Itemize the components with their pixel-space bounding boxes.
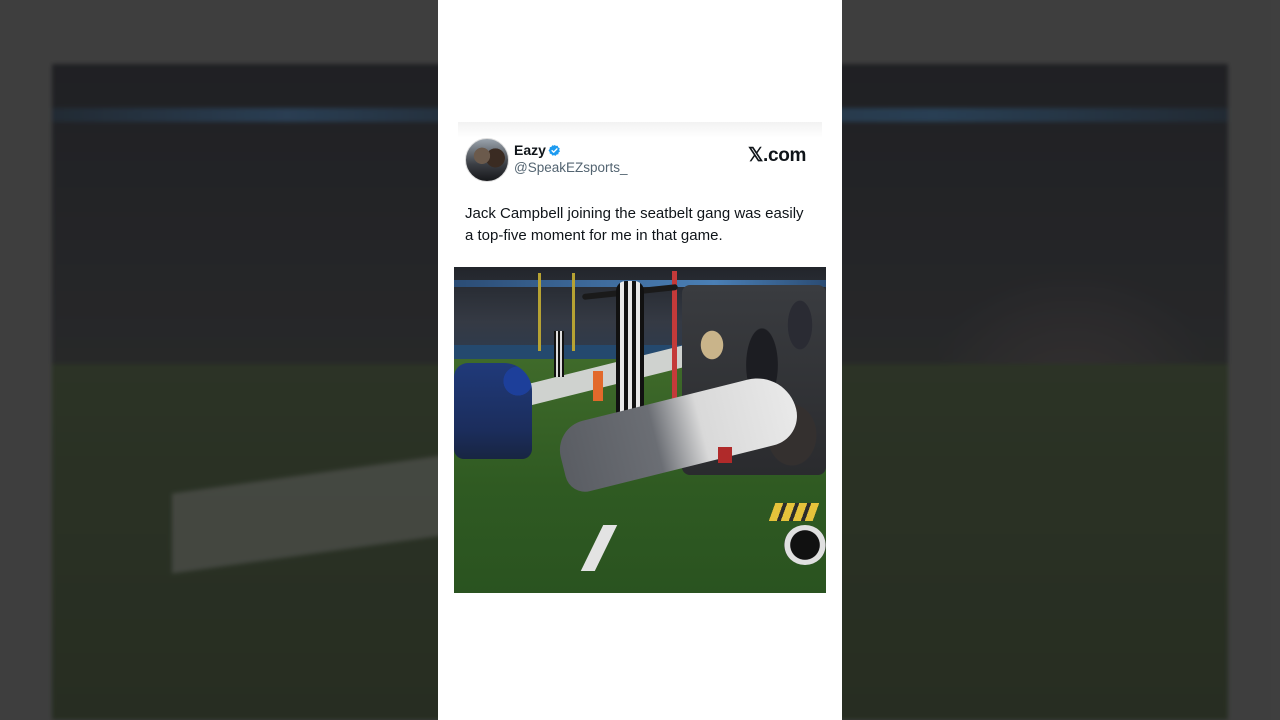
author-avatar[interactable]	[465, 138, 509, 182]
photo-pylon	[593, 371, 603, 401]
photo-back-referee	[554, 331, 564, 377]
photo-goalpost-left	[538, 273, 541, 351]
photo-yellow-marker	[768, 503, 820, 521]
author-handle[interactable]: @SpeakEZsports_	[514, 160, 628, 175]
author-name[interactable]: Eazy	[514, 142, 546, 158]
verified-badge-icon	[548, 144, 560, 156]
photo-camera-lens	[784, 525, 826, 565]
photo-jersey-number	[718, 447, 732, 463]
photo-player-blue	[454, 363, 532, 459]
tweet-card[interactable]: Eazy @SpeakEZsports_ 𝕏.com Jack Campbell…	[438, 0, 842, 720]
card-divider-shadow	[458, 122, 822, 138]
photo-goalpost-right	[572, 273, 575, 351]
x-com-logo[interactable]: 𝕏.com	[748, 144, 806, 167]
tweet-text: Jack Campbell joining the seatbelt gang …	[465, 205, 804, 244]
tweet-photo[interactable]	[454, 267, 826, 593]
